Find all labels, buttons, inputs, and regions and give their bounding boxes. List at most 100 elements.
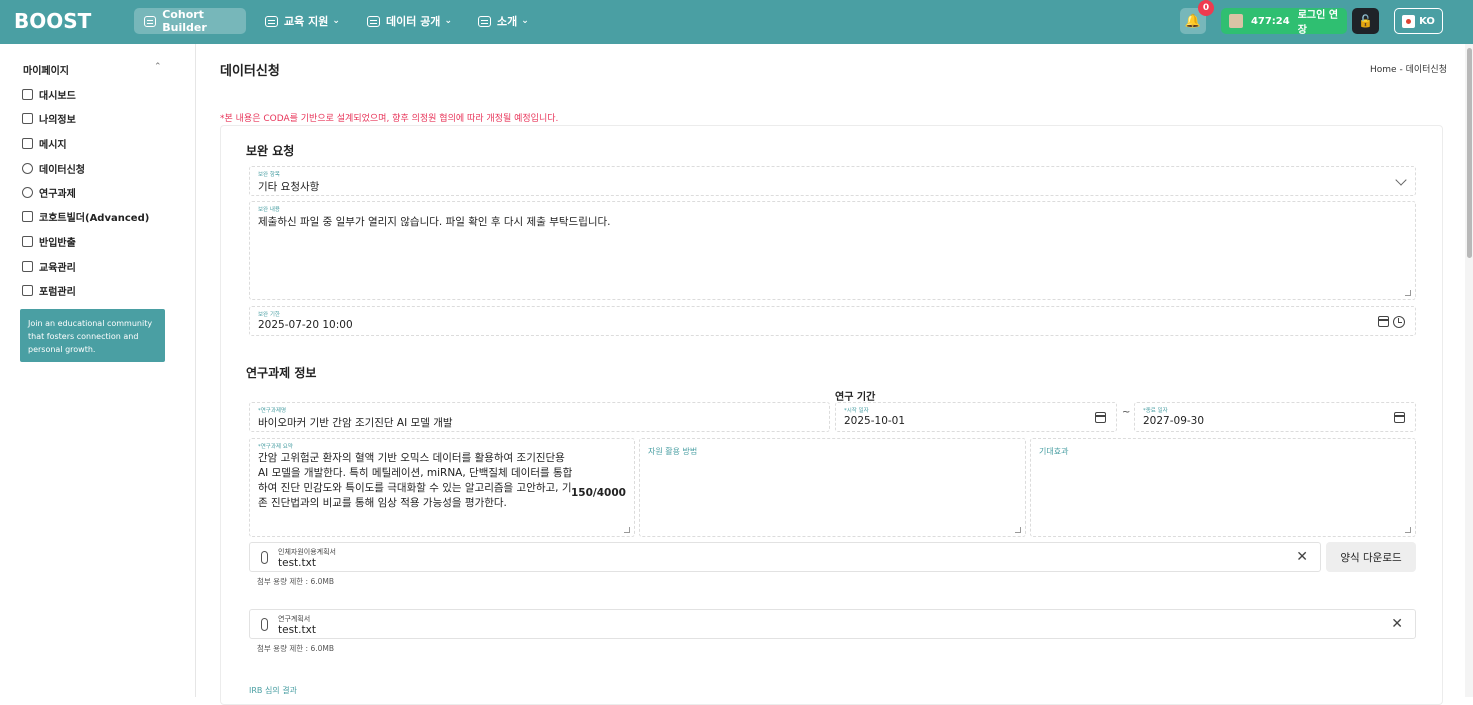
field-label: *연구과제명 bbox=[258, 408, 287, 414]
end-date-input[interactable]: *종료 일자 2027-09-30 bbox=[1134, 402, 1416, 432]
file-name: test.txt bbox=[278, 557, 316, 569]
resize-handle-icon[interactable] bbox=[624, 527, 630, 533]
nav-label: 교육 지원 bbox=[284, 15, 329, 28]
user-info-icon bbox=[22, 113, 33, 124]
breadcrumb-separator: - bbox=[1399, 65, 1403, 75]
clock-icon[interactable] bbox=[1393, 316, 1405, 328]
nav-label: Cohort Builder bbox=[162, 8, 207, 34]
message-icon bbox=[22, 138, 33, 149]
dashboard-icon bbox=[22, 89, 33, 100]
sidebar-item-label: 포럼관리 bbox=[39, 287, 76, 298]
nav-label: 데이터 공개 bbox=[386, 15, 441, 28]
chevron-down-icon: ⌄ bbox=[332, 16, 340, 26]
sidebar-item-label: 대시보드 bbox=[39, 91, 76, 102]
scrollbar-thumb[interactable] bbox=[1467, 48, 1472, 258]
sidebar-item-forum[interactable]: 포럼관리 bbox=[22, 283, 76, 298]
calendar-icon[interactable] bbox=[1095, 412, 1106, 423]
resize-handle-icon[interactable] bbox=[1405, 527, 1411, 533]
sidebar-promo: Join an educational community that foste… bbox=[20, 309, 165, 362]
sidebar-item-label: 코호트빌더(Advanced) bbox=[39, 213, 150, 224]
session-timer: 477:24 bbox=[1250, 15, 1290, 27]
expected-effect-textarea[interactable]: 기대효과 bbox=[1030, 438, 1416, 537]
sidebar-item-transfer[interactable]: 반입반출 bbox=[22, 234, 76, 249]
research-icon bbox=[22, 187, 33, 198]
nav-data-open[interactable]: 데이터 공개 ⌄ bbox=[367, 8, 452, 34]
field-label: 보완 기한 bbox=[258, 312, 280, 318]
sidebar-section-title[interactable]: 마이페이지 bbox=[23, 62, 69, 77]
paperclip-icon bbox=[261, 551, 268, 564]
sidebar-item-research[interactable]: 연구과제 bbox=[22, 185, 76, 200]
field-label: *연구과제 요약 bbox=[258, 444, 293, 450]
nav-about[interactable]: 소개 ⌄ bbox=[478, 8, 529, 34]
book-icon bbox=[265, 15, 278, 27]
human-resource-plan-file-input[interactable]: 인체자원이용계획서 test.txt ✕ bbox=[249, 542, 1321, 572]
chevron-up-icon[interactable]: ⌃ bbox=[154, 62, 162, 72]
character-counter: 150/4000 bbox=[571, 487, 626, 499]
research-period-label: 연구 기간 bbox=[835, 392, 876, 403]
korea-flag-icon bbox=[1402, 14, 1416, 28]
irb-result-label: IRB 심의 결과 bbox=[249, 686, 297, 695]
chevron-down-icon bbox=[1395, 174, 1407, 186]
resize-handle-icon[interactable] bbox=[1405, 290, 1411, 296]
logo[interactable]: BOOST bbox=[14, 9, 91, 33]
supplement-deadline-input[interactable]: 보완 기한 2025-07-20 10:00 bbox=[249, 306, 1416, 336]
notice-text: *본 내용은 CODA를 기반으로 설계되었으며, 향후 의정원 협의에 따라 … bbox=[220, 114, 559, 124]
breadcrumb-home[interactable]: Home bbox=[1370, 65, 1397, 75]
field-value: 간암 고위험군 환자의 혈액 기반 오믹스 데이터를 활용하여 조기진단용 AI… bbox=[258, 452, 573, 509]
calendar-icon[interactable] bbox=[1378, 316, 1389, 327]
sidebar-item-my-info[interactable]: 나의정보 bbox=[22, 111, 76, 126]
education-icon bbox=[22, 261, 33, 272]
sidebar-item-cohort-advanced[interactable]: 코호트빌더(Advanced) bbox=[22, 209, 149, 224]
nav-label: 소개 bbox=[497, 15, 518, 28]
sidebar-item-label: 데이터신청 bbox=[39, 165, 85, 176]
calendar-icon[interactable] bbox=[1394, 412, 1405, 423]
supplement-section-title: 보완 요청 bbox=[246, 144, 295, 158]
field-value: 바이오마커 기반 간암 조기진단 AI 모델 개발 bbox=[258, 417, 453, 429]
close-icon[interactable]: ✕ bbox=[1391, 616, 1403, 632]
sidebar-item-label: 나의정보 bbox=[39, 115, 76, 126]
lock-icon: 🔓 bbox=[1358, 14, 1373, 28]
field-label: *종료 일자 bbox=[1143, 408, 1168, 414]
sidebar-item-dashboard[interactable]: 대시보드 bbox=[22, 87, 76, 102]
notification-count-badge: 0 bbox=[1198, 0, 1214, 16]
field-label: 자원 활용 방법 bbox=[648, 447, 698, 456]
file-size-help: 첨부 용량 제한 : 6.0MB bbox=[257, 577, 335, 586]
nav-education[interactable]: 교육 지원 ⌄ bbox=[265, 8, 340, 34]
sidebar-item-label: 연구과제 bbox=[39, 189, 76, 200]
research-plan-file-input[interactable]: 연구계획서 test.txt ✕ bbox=[249, 609, 1416, 639]
doc-icon bbox=[367, 15, 380, 27]
field-value: 2027-09-30 bbox=[1143, 415, 1205, 427]
sidebar-item-message[interactable]: 메시지 bbox=[22, 136, 67, 151]
lock-button[interactable]: 🔓 bbox=[1352, 8, 1379, 34]
sidebar-item-label: 반입반출 bbox=[39, 238, 76, 249]
start-date-input[interactable]: *시작 일자 2025-10-01 bbox=[835, 402, 1117, 432]
grid-icon bbox=[144, 15, 157, 27]
sidebar-item-label: 교육관리 bbox=[39, 263, 76, 274]
sidebar-item-data-request[interactable]: 데이터신청 bbox=[22, 161, 85, 176]
field-value: 제출하신 파일 중 일부가 열리지 않습니다. 파일 확인 후 다시 제출 부탁… bbox=[258, 216, 611, 228]
nav-cohort-builder[interactable]: Cohort Builder bbox=[134, 8, 246, 34]
field-label: 기대효과 bbox=[1039, 447, 1069, 456]
language-button[interactable]: KO bbox=[1394, 8, 1443, 34]
resize-handle-icon[interactable] bbox=[1015, 527, 1021, 533]
file-size-help: 첨부 용량 제한 : 6.0MB bbox=[257, 644, 335, 653]
file-name: test.txt bbox=[278, 624, 316, 636]
field-label: 보완 내용 bbox=[258, 207, 280, 213]
breadcrumb: Home - 데이터신청 bbox=[1370, 62, 1447, 75]
close-icon[interactable]: ✕ bbox=[1296, 549, 1308, 565]
research-name-input[interactable]: *연구과제명 바이오마커 기반 간암 조기진단 AI 모델 개발 bbox=[249, 402, 830, 432]
sidebar-item-label: 메시지 bbox=[39, 140, 67, 151]
research-summary-textarea[interactable]: *연구과제 요약 간암 고위험군 환자의 혈액 기반 오믹스 데이터를 활용하여… bbox=[249, 438, 635, 537]
login-extend-button[interactable]: 477:24 로그인 연장 bbox=[1221, 8, 1347, 36]
template-download-button[interactable]: 양식 다운로드 bbox=[1326, 542, 1416, 572]
supplement-content-textarea[interactable]: 보완 내용 제출하신 파일 중 일부가 열리지 않습니다. 파일 확인 후 다시… bbox=[249, 201, 1416, 300]
resource-usage-textarea[interactable]: 자원 활용 방법 bbox=[639, 438, 1026, 537]
info-icon bbox=[478, 15, 491, 27]
supplement-item-select[interactable]: 보완 항목 기타 요청사항 bbox=[249, 166, 1416, 196]
research-section-title: 연구과제 정보 bbox=[246, 366, 317, 380]
cohort-icon bbox=[22, 211, 33, 222]
sidebar-item-education[interactable]: 교육관리 bbox=[22, 259, 76, 274]
file-label: 인체자원이용계획서 bbox=[278, 548, 336, 556]
login-extend-label: 로그인 연장 bbox=[1297, 10, 1339, 36]
transfer-icon bbox=[22, 236, 33, 247]
